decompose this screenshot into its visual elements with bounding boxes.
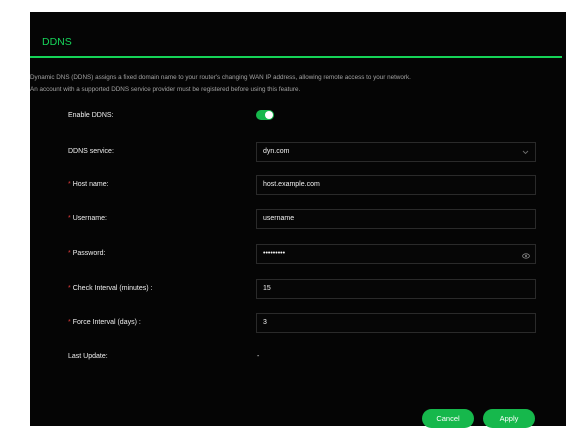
required-mark: * [68, 319, 71, 326]
password-label: * Password: [68, 244, 105, 264]
check-interval-row: * Check Interval (minutes) : 15 [30, 279, 566, 299]
host-name-row: * Host name: host.example.com [30, 175, 566, 195]
ddns-service-row: DDNS service: dyn.com [30, 142, 566, 162]
username-label-text: Username: [72, 215, 107, 222]
title-divider [30, 56, 562, 58]
host-name-input[interactable]: host.example.com [256, 175, 536, 195]
force-interval-row: * Force Interval (days) : 3 [30, 313, 566, 333]
description: Dynamic DNS (DDNS) assigns a fixed domai… [30, 72, 560, 96]
required-mark: * [68, 181, 71, 188]
last-update-row: Last Update: - [30, 347, 566, 367]
required-mark: * [68, 285, 71, 292]
section-title: DDNS [42, 36, 72, 48]
ddns-panel: DDNS Dynamic DNS (DDNS) assigns a fixed … [30, 12, 566, 428]
enable-ddns-row: Enable DDNS: [30, 106, 566, 126]
enable-ddns-label: Enable DDNS: [68, 112, 114, 119]
last-update-label: Last Update: [68, 353, 108, 360]
description-line-2: An account with a supported DDNS service… [30, 86, 301, 93]
password-input[interactable]: ••••••••• [256, 244, 536, 264]
cancel-button[interactable]: Cancel [422, 409, 474, 428]
password-row: * Password: ••••••••• [30, 244, 566, 264]
ddns-service-value: dyn.com [263, 148, 290, 155]
chevron-down-icon [522, 143, 529, 169]
username-label: * Username: [68, 209, 107, 229]
force-interval-label: * Force Interval (days) : [68, 313, 141, 333]
toggle-knob [265, 111, 273, 119]
last-update-value: - [257, 353, 260, 360]
username-row: * Username: username [30, 209, 566, 229]
host-name-label-text: Host name: [72, 181, 109, 188]
enable-ddns-toggle[interactable] [256, 110, 274, 120]
check-interval-label-text: Check Interval (minutes) : [72, 285, 153, 292]
required-mark: * [68, 250, 71, 257]
force-interval-label-text: Force Interval (days) : [72, 319, 141, 326]
eye-icon[interactable] [522, 250, 530, 259]
check-interval-label: * Check Interval (minutes) : [68, 279, 152, 299]
check-interval-input[interactable]: 15 [256, 279, 536, 299]
username-input[interactable]: username [256, 209, 536, 229]
apply-button[interactable]: Apply [483, 409, 535, 428]
password-label-text: Password: [72, 250, 106, 257]
host-name-label: * Host name: [68, 175, 109, 195]
description-line-1: Dynamic DNS (DDNS) assigns a fixed domai… [30, 74, 411, 81]
password-value: ••••••••• [263, 250, 286, 257]
force-interval-input[interactable]: 3 [256, 313, 536, 333]
ddns-service-select[interactable]: dyn.com [256, 142, 536, 162]
required-mark: * [68, 215, 71, 222]
ddns-service-label: DDNS service: [68, 148, 114, 155]
